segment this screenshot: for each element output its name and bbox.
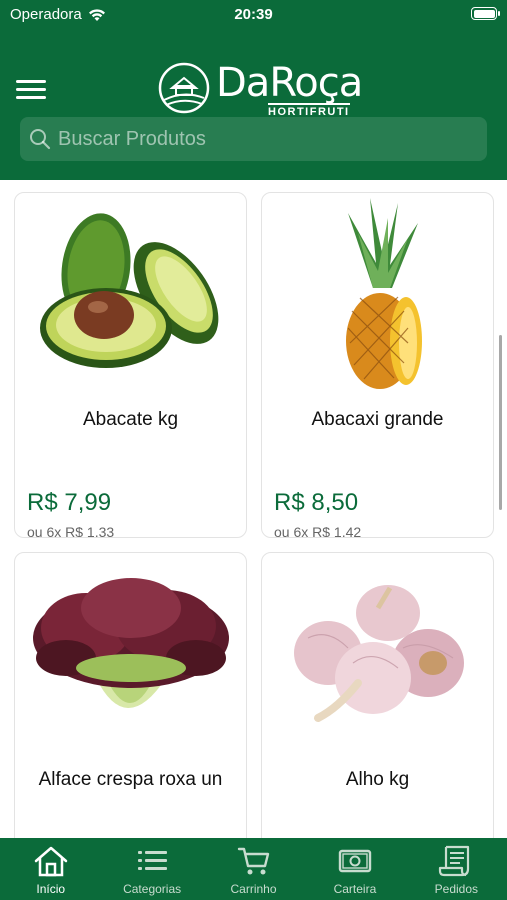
- tab-categorias[interactable]: Categorias: [101, 838, 202, 900]
- product-image-pineapple: [262, 193, 493, 393]
- logo-subtitle: HORTIFRUTI: [268, 103, 350, 118]
- tab-pedidos[interactable]: Pedidos: [406, 838, 507, 900]
- avocado-image: [39, 213, 218, 368]
- product-installment: ou 6x R$ 1,33: [27, 524, 115, 538]
- tab-label: Pedidos: [434, 882, 479, 896]
- app-header: DaRoça HORTIFRUTI: [0, 30, 507, 180]
- cart-icon: [237, 847, 269, 875]
- tab-carrinho[interactable]: Carrinho: [203, 838, 304, 900]
- product-name: Abacate kg: [82, 409, 179, 430]
- product-name: Alface crespa roxa un: [38, 769, 223, 790]
- wallet-icon: [338, 849, 372, 873]
- search-icon: [30, 129, 51, 150]
- home-icon: [34, 846, 67, 877]
- product-price: R$ 7,99: [27, 489, 112, 516]
- logo-text: DaRoça: [216, 60, 363, 106]
- product-card[interactable]: Abacaxi grande R$ 8,50 ou 6x R$ 1,42: [261, 192, 494, 538]
- battery-icon: [471, 7, 500, 20]
- product-image-garlic: [262, 553, 493, 753]
- brand-logo: DaRoça HORTIFRUTI: [158, 60, 363, 120]
- bottom-tab-bar: Início Categorias Carrinho Carteira Pedi…: [0, 838, 507, 900]
- product-image-lettuce: [15, 553, 246, 753]
- receipt-icon: [439, 845, 470, 877]
- menu-icon-bar: [16, 96, 46, 99]
- menu-button[interactable]: [16, 80, 46, 100]
- product-installment: ou 6x R$ 1,42: [274, 524, 362, 538]
- product-name: Alho kg: [345, 769, 410, 790]
- tab-label: Carrinho: [230, 882, 277, 896]
- product-card[interactable]: Abacate kg R$ 7,99 ou 6x R$ 1,33: [14, 192, 247, 538]
- tab-inicio[interactable]: Início: [0, 838, 101, 900]
- menu-icon-bar: [16, 88, 46, 91]
- tab-label: Início: [36, 882, 66, 896]
- search-bar[interactable]: [20, 117, 487, 161]
- farm-logo-icon: [158, 62, 210, 114]
- garlic-image: [293, 585, 464, 722]
- product-card[interactable]: Alho kg: [261, 552, 494, 838]
- lettuce-image: [32, 578, 229, 708]
- scrollbar[interactable]: [499, 335, 502, 510]
- list-icon: [138, 851, 168, 870]
- product-grid[interactable]: Abacate kg R$ 7,99 ou 6x R$ 1,33 Abacaxi…: [0, 180, 507, 838]
- product-card[interactable]: Alface crespa roxa un: [14, 552, 247, 838]
- product-name: Abacaxi grande: [311, 409, 444, 430]
- status-time: 20:39: [234, 6, 273, 23]
- search-input[interactable]: [58, 127, 458, 151]
- tab-label: Categorias: [123, 882, 182, 896]
- tab-carteira[interactable]: Carteira: [304, 838, 405, 900]
- menu-icon-bar: [16, 80, 46, 83]
- product-image-avocado: [15, 193, 246, 393]
- product-price: R$ 8,50: [274, 489, 359, 516]
- tab-label: Carteira: [333, 882, 377, 896]
- status-bar: Operadora 20:39: [0, 0, 507, 30]
- pineapple-image: [345, 198, 422, 389]
